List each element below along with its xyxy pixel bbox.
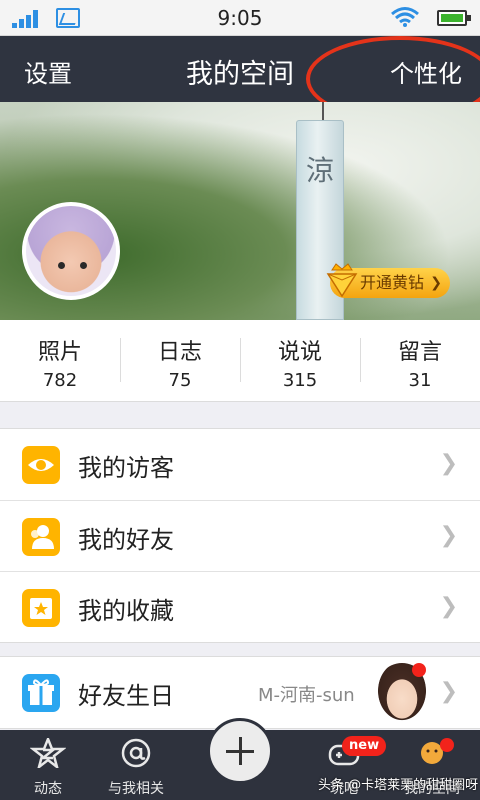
open-yellow-diamond-button[interactable]: 开通黄钻 ❯	[326, 263, 451, 298]
tab-label: 与我相关	[108, 781, 164, 797]
avatar[interactable]	[22, 202, 120, 300]
stat-value: 75	[168, 370, 192, 391]
wifi-icon	[391, 7, 419, 27]
menu-label: 我的访客	[78, 454, 174, 482]
status-bar: 9:05	[0, 0, 480, 36]
stat-label: 照片	[37, 340, 82, 365]
stat-value: 782	[42, 370, 78, 391]
menu-item-favorites[interactable]: 我的收藏 ❯	[0, 571, 480, 642]
title-bar: 设置 我的空间 个性化	[0, 36, 480, 122]
star-folder-icon	[22, 589, 60, 627]
stat-label: 留言	[397, 340, 442, 365]
stat-label: 说说	[277, 340, 322, 365]
birthday-friend-name: M-河南-sun	[258, 685, 355, 706]
battery-icon	[437, 10, 471, 26]
friends-icon	[22, 518, 60, 556]
tab-related[interactable]: 与我相关	[88, 730, 184, 800]
menu-label: 我的好友	[78, 526, 174, 554]
stats-row: 照片 782 日志 75 说说 315 留言 31	[0, 320, 480, 402]
tab-dynamic[interactable]: 动态	[0, 730, 96, 800]
stat-value: 31	[408, 370, 432, 391]
stat-label: 日志	[157, 340, 202, 365]
new-badge: new	[342, 736, 387, 756]
dynamic-icon	[30, 738, 66, 768]
avatar-eye	[80, 262, 87, 269]
stat-blog[interactable]: 日志 75	[120, 320, 240, 401]
at-icon	[121, 738, 151, 768]
cover-photo[interactable]: 涼 开通黄钻 ❯	[0, 102, 480, 320]
menu-label: 我的收藏	[78, 597, 174, 625]
stat-photos[interactable]: 照片 782	[0, 320, 120, 401]
chevron-right-icon: ❯	[439, 594, 458, 619]
tab-label: 动态	[34, 781, 62, 797]
avatar-eye	[58, 262, 65, 269]
chevron-right-icon: ❯	[439, 679, 458, 704]
menu-group: 我的访客 ❯ 我的好友 ❯ 我的收藏 ❯	[0, 428, 480, 643]
gift-icon	[22, 674, 60, 712]
chevron-right-icon: ❯	[439, 523, 458, 548]
compose-plus-button[interactable]	[207, 718, 273, 784]
watermark: 头条 @卡塔莱栗的甜甜圈呀	[318, 778, 479, 793]
notification-dot	[412, 663, 426, 677]
chime-glyph: 涼	[305, 154, 334, 187]
eye-icon	[22, 446, 60, 484]
stat-shuoshuo[interactable]: 说说 315	[240, 320, 360, 401]
vip-label: 开通黄钻	[360, 273, 425, 292]
chevron-right-icon: ❯	[439, 451, 458, 476]
chevron-right-icon: ❯	[430, 275, 443, 291]
diamond-icon	[326, 263, 358, 298]
menu-item-visitors[interactable]: 我的访客 ❯	[0, 429, 480, 500]
menu-label: 好友生日	[78, 682, 174, 710]
stat-messages[interactable]: 留言 31	[360, 320, 480, 401]
notification-dot	[440, 738, 454, 752]
stat-value: 315	[282, 370, 318, 391]
menu-item-friends[interactable]: 我的好友 ❯	[0, 500, 480, 571]
